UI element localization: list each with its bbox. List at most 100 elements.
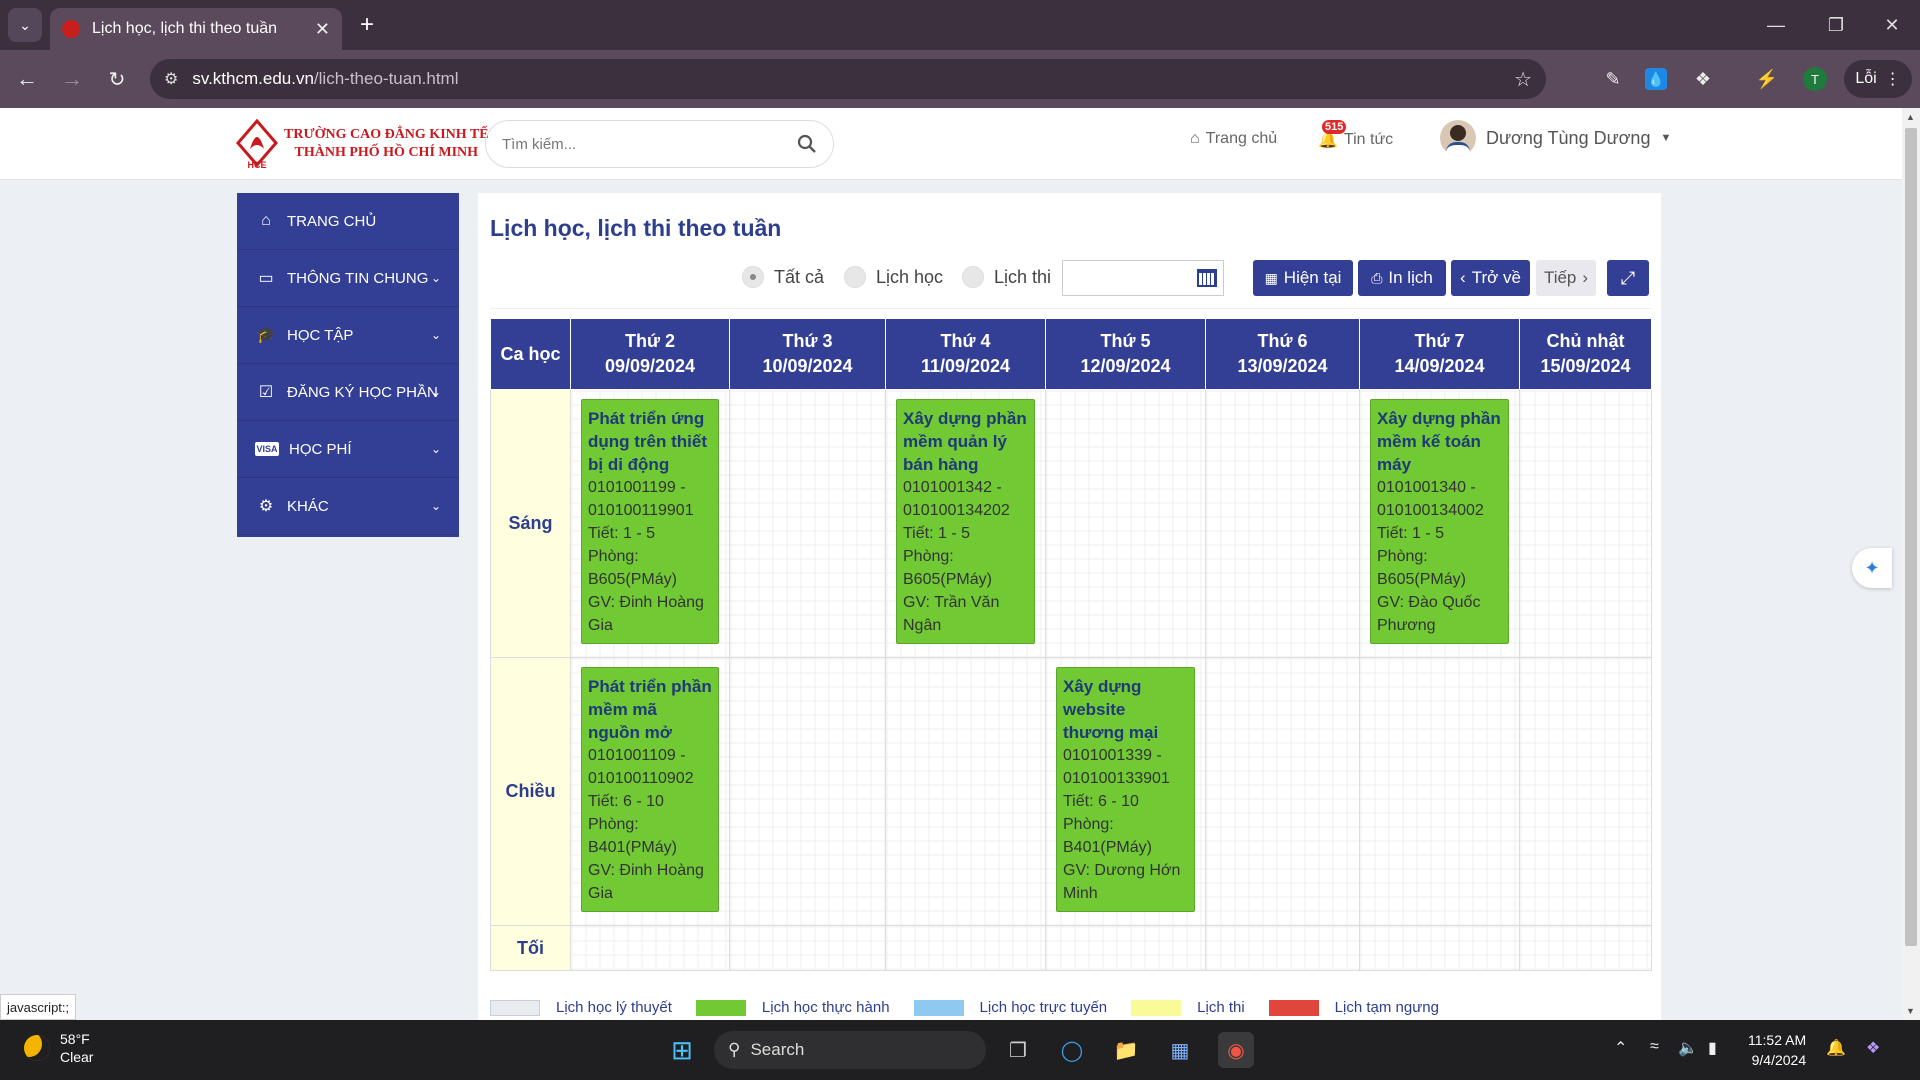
class-block[interactable]: Xây dựng phần mềm quản lý bán hàng 01010…	[896, 399, 1035, 644]
notification-bell-icon[interactable]: 🔔	[1826, 1038, 1846, 1058]
sidebar-item-study[interactable]: 🎓 HỌC TẬP ⌄	[237, 307, 459, 364]
weather-widget[interactable]: 58°F Clear	[24, 1030, 93, 1066]
search-icon[interactable]	[797, 134, 817, 154]
scroll-up-icon[interactable]: ▲	[1906, 112, 1915, 122]
class-block[interactable]: Xây dựng phần mềm kế toán máy 0101001340…	[1370, 399, 1509, 644]
show-hidden-icons-chevron-icon[interactable]: ⌃	[1614, 1038, 1627, 1058]
legend-label: Lịch học lý thuyết	[556, 999, 672, 1016]
wifi-icon[interactable]: ≈	[1650, 1038, 1659, 1056]
taskbar-clock[interactable]: 11:52 AM 9/4/2024	[1748, 1030, 1806, 1070]
day-date: 15/09/2024	[1540, 356, 1631, 376]
minimize-button[interactable]: —	[1746, 0, 1806, 50]
filter-all-radio[interactable]: Tất cả	[742, 266, 824, 288]
site-search-box[interactable]	[485, 120, 834, 168]
filter-study-label: Lịch học	[876, 266, 944, 287]
schedule-filters: Tất cả Lịch học Lịch thi ▦ Hiện tại ⎙ In…	[478, 260, 1661, 296]
class-code: 0101001199 - 010100119901	[588, 479, 694, 519]
copilot-icon[interactable]: ❖	[1866, 1038, 1880, 1058]
page-scrollbar[interactable]: ▲ ▼	[1902, 108, 1920, 1020]
radio-indicator[interactable]	[844, 266, 866, 288]
floating-assistant-icon[interactable]: ✦	[1852, 548, 1892, 588]
back-arrow-icon[interactable]: ←	[12, 64, 42, 94]
user-menu[interactable]: Dương Tùng Dương ▼	[1440, 120, 1671, 156]
windows-start-icon[interactable]: ⊞	[664, 1032, 700, 1068]
nav-home-link[interactable]: ⌂ Trang chủ	[1190, 130, 1277, 148]
class-periods: Tiết: 1 - 5	[588, 525, 655, 542]
class-block[interactable]: Xây dựng website thương mại 0101001339 -…	[1056, 667, 1195, 912]
address-bar[interactable]: ⚙ sv.kthcm.edu.vn/lich-theo-tuan.html ☆	[150, 59, 1546, 99]
sidebar-item-label: THÔNG TIN CHUNG	[287, 269, 429, 287]
class-room-label: Phòng:	[1377, 548, 1428, 565]
sidebar-item-home[interactable]: ⌂ TRANG CHỦ	[237, 193, 459, 250]
chevron-down-icon: ⌄	[430, 328, 441, 342]
caret-down-icon: ▼	[1660, 132, 1672, 144]
search-input[interactable]	[502, 135, 797, 153]
current-week-label: Hiện tại	[1283, 268, 1342, 287]
kebab-menu-icon[interactable]: ⋮	[1885, 69, 1901, 89]
radio-indicator[interactable]	[962, 266, 984, 288]
error-menu-chip[interactable]: Lỗi ⋮	[1844, 60, 1912, 98]
day-date: 14/09/2024	[1394, 356, 1485, 376]
profile-avatar[interactable]: T	[1803, 67, 1827, 91]
class-teacher: GV: Đinh Hoàng Gia	[588, 594, 704, 634]
bookmark-star-icon[interactable]: ☆	[1514, 67, 1532, 92]
file-explorer-icon[interactable]: 📁	[1108, 1032, 1144, 1068]
reload-icon[interactable]: ↻	[102, 64, 132, 94]
restore-button[interactable]: ❐	[1806, 0, 1866, 50]
close-window-button[interactable]: ✕	[1862, 0, 1920, 50]
scroll-down-icon[interactable]: ▼	[1906, 1006, 1915, 1016]
tab-close-icon[interactable]: ✕	[315, 19, 330, 40]
filter-exam-radio[interactable]: Lịch thi	[962, 266, 1051, 288]
performance-icon[interactable]: ⚡	[1754, 66, 1780, 92]
current-week-button[interactable]: ▦ Hiện tại	[1253, 260, 1353, 296]
class-periods: Tiết: 6 - 10	[588, 793, 664, 810]
table-row-afternoon: Chiều Phát triển phần mềm mã nguồn mở 01…	[490, 657, 1652, 926]
fullscreen-button[interactable]: ⤢	[1607, 260, 1649, 296]
volume-icon[interactable]: 🔈	[1678, 1038, 1698, 1058]
previous-week-button[interactable]: ‹ Trở về	[1451, 260, 1530, 296]
legend-swatch-theory	[490, 999, 540, 1016]
user-avatar	[1440, 120, 1476, 156]
legend-label: Lịch tạm ngưng	[1334, 999, 1439, 1016]
microsoft-store-icon[interactable]: ▦	[1162, 1032, 1198, 1068]
class-code: 0101001109 - 010100110902	[588, 747, 694, 787]
calendar-icon[interactable]	[1197, 269, 1217, 287]
browser-tab-active[interactable]: Lịch học, lịch thi theo tuần ✕	[50, 8, 342, 50]
tab-search-button[interactable]: ⌄	[8, 8, 42, 42]
taskbar-search[interactable]: ⚲ Search	[714, 1031, 986, 1069]
day-date: 13/09/2024	[1237, 356, 1328, 376]
graduation-cap-icon: 🎓	[256, 327, 276, 344]
schedule-cell	[729, 389, 886, 658]
new-tab-button[interactable]: +	[352, 10, 382, 40]
legend-swatch-online	[913, 999, 964, 1016]
radio-selected-indicator[interactable]	[742, 266, 764, 288]
site-settings-icon[interactable]: ⚙	[164, 69, 178, 89]
day-header: Thứ 5 12/09/2024	[1045, 318, 1206, 390]
class-block[interactable]: Phát triển ứng dụng trên thiết bị di độn…	[581, 399, 719, 644]
sidebar-item-tuition[interactable]: VISA HỌC PHÍ ⌄	[237, 421, 459, 478]
extensions-puzzle-icon[interactable]: ❖	[1690, 66, 1716, 92]
sidebar-item-course-registration[interactable]: ☑ ĐĂNG KÝ HỌC PHẦN ⌄	[237, 364, 459, 421]
water-drop-extension-icon[interactable]: 💧	[1645, 68, 1667, 90]
edge-browser-icon[interactable]: ◯	[1054, 1032, 1090, 1068]
eyedropper-extension-icon[interactable]: ✎	[1600, 66, 1626, 92]
task-view-icon[interactable]: ❐	[1000, 1032, 1036, 1068]
battery-icon[interactable]: ▮	[1708, 1038, 1717, 1058]
nav-news-label: Tin tức	[1343, 131, 1394, 148]
day-header: Thứ 7 14/09/2024	[1359, 318, 1520, 390]
print-schedule-button[interactable]: ⎙ In lịch	[1358, 260, 1446, 296]
sidebar-item-general-info[interactable]: ▭ THÔNG TIN CHUNG ⌄	[237, 250, 459, 307]
day-date: 09/09/2024	[604, 356, 696, 376]
table-row-morning: Sáng Phát triển ứng dụng trên thiết bị d…	[490, 389, 1652, 658]
next-week-button[interactable]: Tiếp ›	[1536, 260, 1596, 296]
expand-arrows-icon: ⤢	[1620, 267, 1636, 288]
filter-study-radio[interactable]: Lịch học	[844, 266, 943, 288]
chrome-taskbar-icon[interactable]: ◉	[1218, 1032, 1254, 1068]
forward-arrow-icon[interactable]: →	[57, 64, 87, 94]
scrollbar-thumb[interactable]	[1905, 128, 1917, 946]
class-block[interactable]: Phát triển phần mềm mã nguồn mở 01010011…	[581, 667, 719, 912]
school-logo[interactable]: HCE TRƯỜNG CAO ĐẲNG KINH TẾ THÀNH PHỐ HỒ…	[236, 114, 489, 174]
day-name: Thứ 5	[1100, 331, 1151, 351]
sidebar-item-other[interactable]: ⚙ KHÁC ⌄	[237, 478, 459, 535]
date-picker-field[interactable]	[1062, 260, 1224, 296]
